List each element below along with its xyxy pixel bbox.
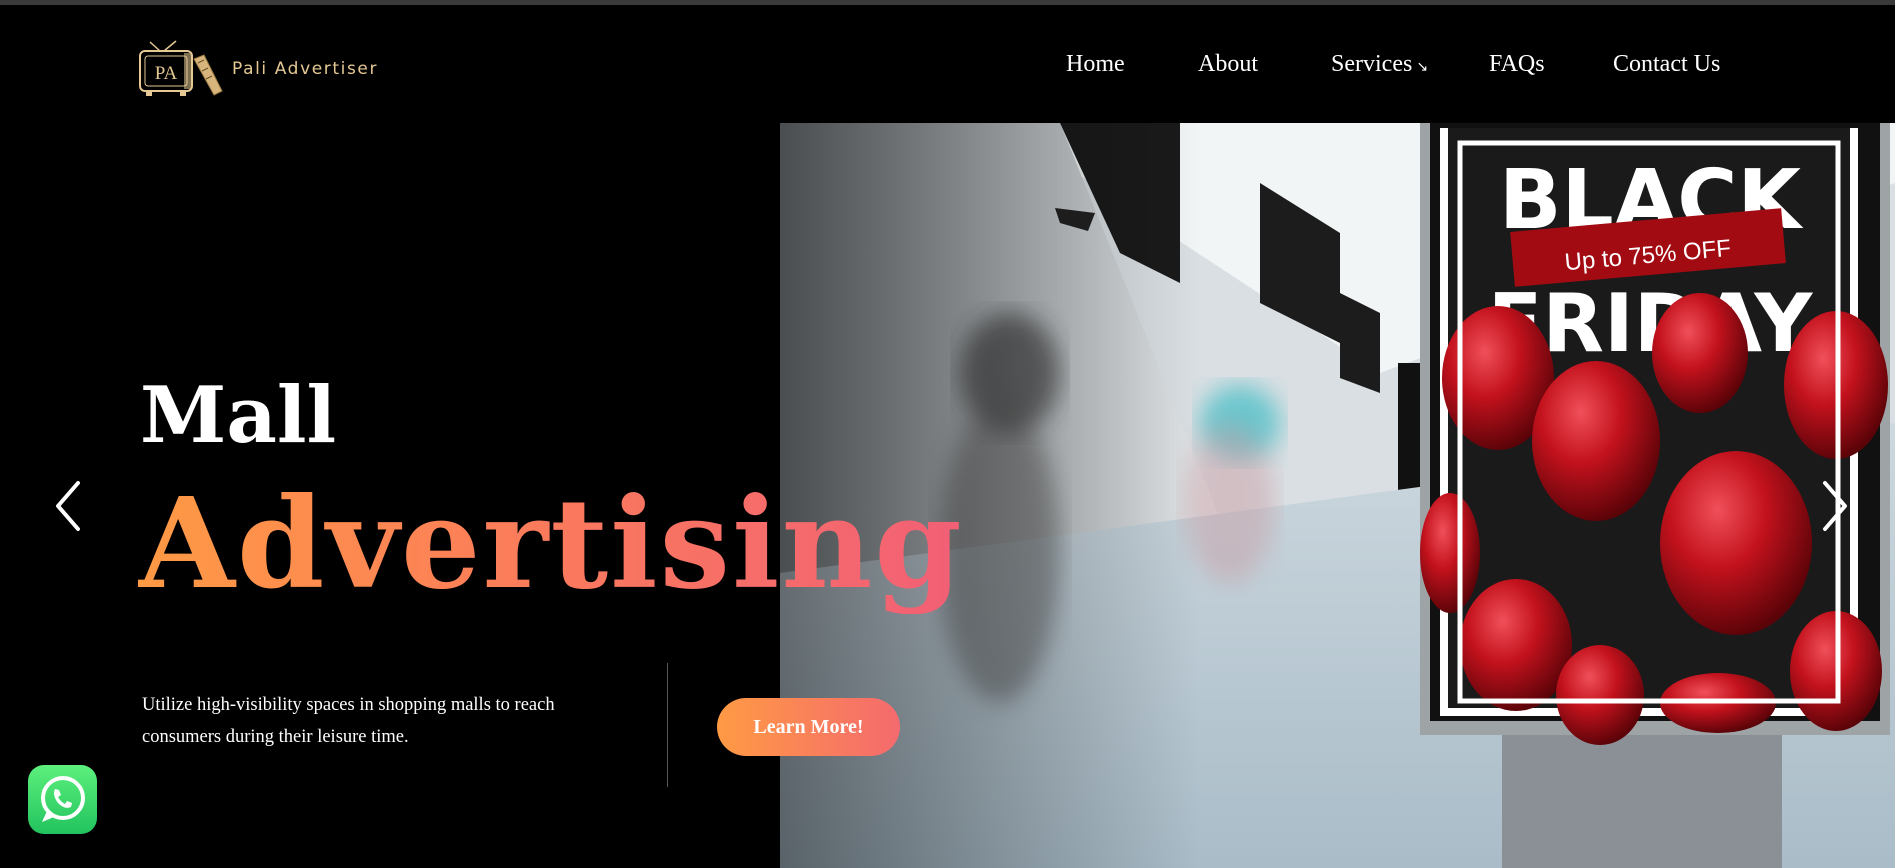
learn-more-button[interactable]: Learn More! xyxy=(717,698,900,756)
nav-contact[interactable]: Contact Us xyxy=(1613,51,1720,78)
main-nav: Home About Services ↘ FAQs Contact Us xyxy=(0,51,1895,91)
chevron-left-icon[interactable] xyxy=(50,471,90,541)
whatsapp-icon xyxy=(41,776,85,822)
site-header: PA Pali Advertiser Home About Services ↘ … xyxy=(0,5,1895,123)
nav-about[interactable]: About xyxy=(1198,51,1258,78)
hero-title-line1: Mall xyxy=(140,370,337,461)
hero-description: Utilize high-visibility spaces in shoppi… xyxy=(142,695,555,747)
nav-home[interactable]: Home xyxy=(1066,51,1125,78)
nav-services[interactable]: Services ↘ xyxy=(1331,51,1428,78)
hero-slider: BLACK Up to 75% OFF FRIDAY Mall Advertis… xyxy=(0,123,1895,868)
hero-title-line2: Advertising xyxy=(138,471,964,617)
whatsapp-button[interactable] xyxy=(28,765,97,834)
nav-faqs[interactable]: FAQs xyxy=(1489,51,1545,78)
nav-services-label: Services xyxy=(1331,51,1413,77)
chevron-right-icon[interactable] xyxy=(1813,471,1853,541)
hero-divider xyxy=(667,663,668,787)
arrow-down-right-icon: ↘ xyxy=(1416,59,1429,75)
